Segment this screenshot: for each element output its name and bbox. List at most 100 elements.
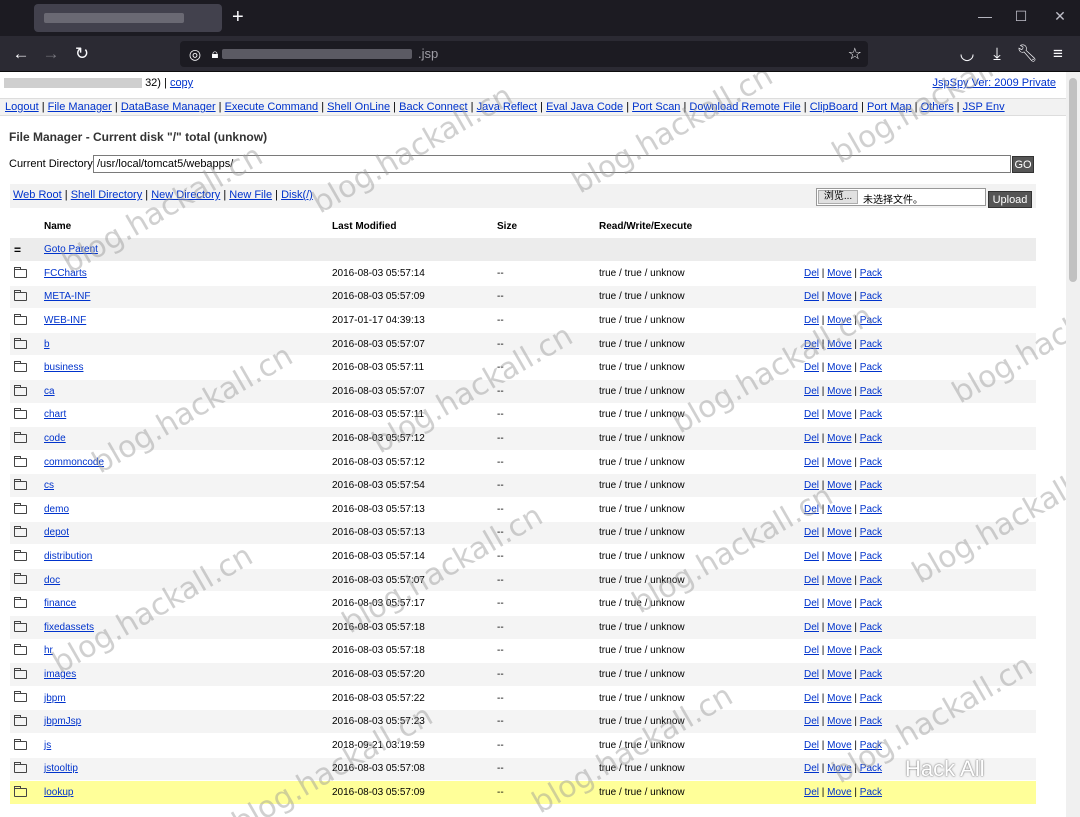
pack-link[interactable]: Pack xyxy=(860,527,882,538)
upload-button[interactable]: Upload xyxy=(988,191,1032,208)
move-link[interactable]: Move xyxy=(827,315,851,326)
browser-tab[interactable] xyxy=(34,4,222,32)
folder-link[interactable]: hr xyxy=(44,645,53,656)
folder-link[interactable]: demo xyxy=(44,504,69,515)
pack-link[interactable]: Pack xyxy=(860,716,882,727)
move-link[interactable]: Move xyxy=(827,504,851,515)
pack-link[interactable]: Pack xyxy=(860,315,882,326)
pack-link[interactable]: Pack xyxy=(860,409,882,420)
menu-item-back-connect[interactable]: Back Connect xyxy=(399,101,467,113)
move-link[interactable]: Move xyxy=(827,787,851,798)
folder-link[interactable]: js xyxy=(44,740,51,751)
del-link[interactable]: Del xyxy=(804,386,819,397)
move-link[interactable]: Move xyxy=(827,433,851,444)
del-link[interactable]: Del xyxy=(804,339,819,350)
menu-item-port-map[interactable]: Port Map xyxy=(867,101,912,113)
page-scrollbar[interactable] xyxy=(1066,72,1080,817)
move-link[interactable]: Move xyxy=(827,622,851,633)
folder-link[interactable]: ca xyxy=(44,386,55,397)
url-bar[interactable]: ◎ 🔒︎ .jsp ☆ xyxy=(180,41,868,67)
goto-parent-link[interactable]: Goto Parent xyxy=(44,244,98,255)
pack-link[interactable]: Pack xyxy=(860,645,882,656)
del-link[interactable]: Del xyxy=(804,575,819,586)
pack-link[interactable]: Pack xyxy=(860,575,882,586)
del-link[interactable]: Del xyxy=(804,291,819,302)
folder-link[interactable]: code xyxy=(44,433,66,444)
go-button[interactable]: GO xyxy=(1012,156,1034,173)
folder-link[interactable]: commoncode xyxy=(44,457,104,468)
del-link[interactable]: Del xyxy=(804,716,819,727)
move-link[interactable]: Move xyxy=(827,339,851,350)
folder-link[interactable]: lookup xyxy=(44,787,73,798)
move-link[interactable]: Move xyxy=(827,457,851,468)
folder-link[interactable]: jstooltip xyxy=(44,763,78,774)
folder-link[interactable]: b xyxy=(44,339,50,350)
version-link[interactable]: JspSpy Ver: 2009 Private xyxy=(932,77,1056,89)
del-link[interactable]: Del xyxy=(804,763,819,774)
pack-link[interactable]: Pack xyxy=(860,763,882,774)
menu-item-file-manager[interactable]: File Manager xyxy=(48,101,112,113)
tool-link-new-directory[interactable]: New Directory xyxy=(151,189,220,201)
move-link[interactable]: Move xyxy=(827,551,851,562)
folder-link[interactable]: WEB-INF xyxy=(44,315,86,326)
del-link[interactable]: Del xyxy=(804,433,819,444)
pack-link[interactable]: Pack xyxy=(860,480,882,491)
move-link[interactable]: Move xyxy=(827,716,851,727)
menu-item-logout[interactable]: Logout xyxy=(5,101,39,113)
folder-link[interactable]: images xyxy=(44,669,76,680)
scroll-thumb[interactable] xyxy=(1069,78,1077,282)
del-link[interactable]: Del xyxy=(804,362,819,373)
pack-link[interactable]: Pack xyxy=(860,291,882,302)
pack-link[interactable]: Pack xyxy=(860,362,882,373)
forward-icon[interactable]: → xyxy=(40,44,62,64)
tool-link-web-root[interactable]: Web Root xyxy=(13,189,62,201)
shield-icon[interactable]: ◎ xyxy=(184,44,206,64)
move-link[interactable]: Move xyxy=(827,575,851,586)
move-link[interactable]: Move xyxy=(827,291,851,302)
current-directory-input[interactable] xyxy=(93,155,1011,173)
move-link[interactable]: Move xyxy=(827,362,851,373)
close-window-icon[interactable]: ✕ xyxy=(1050,8,1070,25)
menu-item-port-scan[interactable]: Port Scan xyxy=(632,101,680,113)
del-link[interactable]: Del xyxy=(804,504,819,515)
folder-link[interactable]: business xyxy=(44,362,83,373)
menu-item-execute-command[interactable]: Execute Command xyxy=(225,101,319,113)
del-link[interactable]: Del xyxy=(804,622,819,633)
minimize-icon[interactable]: — xyxy=(975,8,995,24)
copy-link[interactable]: copy xyxy=(170,77,193,89)
folder-link[interactable]: cs xyxy=(44,480,54,491)
del-link[interactable]: Del xyxy=(804,740,819,751)
del-link[interactable]: Del xyxy=(804,480,819,491)
del-link[interactable]: Del xyxy=(804,669,819,680)
bookmark-star-icon[interactable]: ☆ xyxy=(848,44,862,64)
move-link[interactable]: Move xyxy=(827,645,851,656)
menu-item-eval-java-code[interactable]: Eval Java Code xyxy=(546,101,623,113)
reload-icon[interactable]: ↻ xyxy=(71,44,93,64)
maximize-icon[interactable]: ☐ xyxy=(1011,8,1031,25)
del-link[interactable]: Del xyxy=(804,598,819,609)
move-link[interactable]: Move xyxy=(827,669,851,680)
move-link[interactable]: Move xyxy=(827,740,851,751)
folder-link[interactable]: chart xyxy=(44,409,66,420)
pocket-icon[interactable]: ◡ xyxy=(956,44,978,64)
del-link[interactable]: Del xyxy=(804,693,819,704)
pack-link[interactable]: Pack xyxy=(860,386,882,397)
pack-link[interactable]: Pack xyxy=(860,268,882,279)
folder-link[interactable]: jbpmJsp xyxy=(44,716,81,727)
menu-item-database-manager[interactable]: DataBase Manager xyxy=(121,101,216,113)
pack-link[interactable]: Pack xyxy=(860,551,882,562)
pack-link[interactable]: Pack xyxy=(860,669,882,680)
back-icon[interactable]: ← xyxy=(10,44,32,64)
downloads-icon[interactable]: ⤓ xyxy=(986,44,1008,64)
folder-link[interactable]: doc xyxy=(44,575,60,586)
del-link[interactable]: Del xyxy=(804,787,819,798)
menu-item-java-reflect[interactable]: Java Reflect xyxy=(477,101,538,113)
menu-item-download-remote-file[interactable]: Download Remote File xyxy=(689,101,800,113)
folder-link[interactable]: jbpm xyxy=(44,693,66,704)
menu-item-shell-online[interactable]: Shell OnLine xyxy=(327,101,390,113)
pack-link[interactable]: Pack xyxy=(860,787,882,798)
pack-link[interactable]: Pack xyxy=(860,622,882,633)
move-link[interactable]: Move xyxy=(827,763,851,774)
wrench-icon[interactable]: 🔧︎ xyxy=(1016,44,1038,64)
move-link[interactable]: Move xyxy=(827,268,851,279)
